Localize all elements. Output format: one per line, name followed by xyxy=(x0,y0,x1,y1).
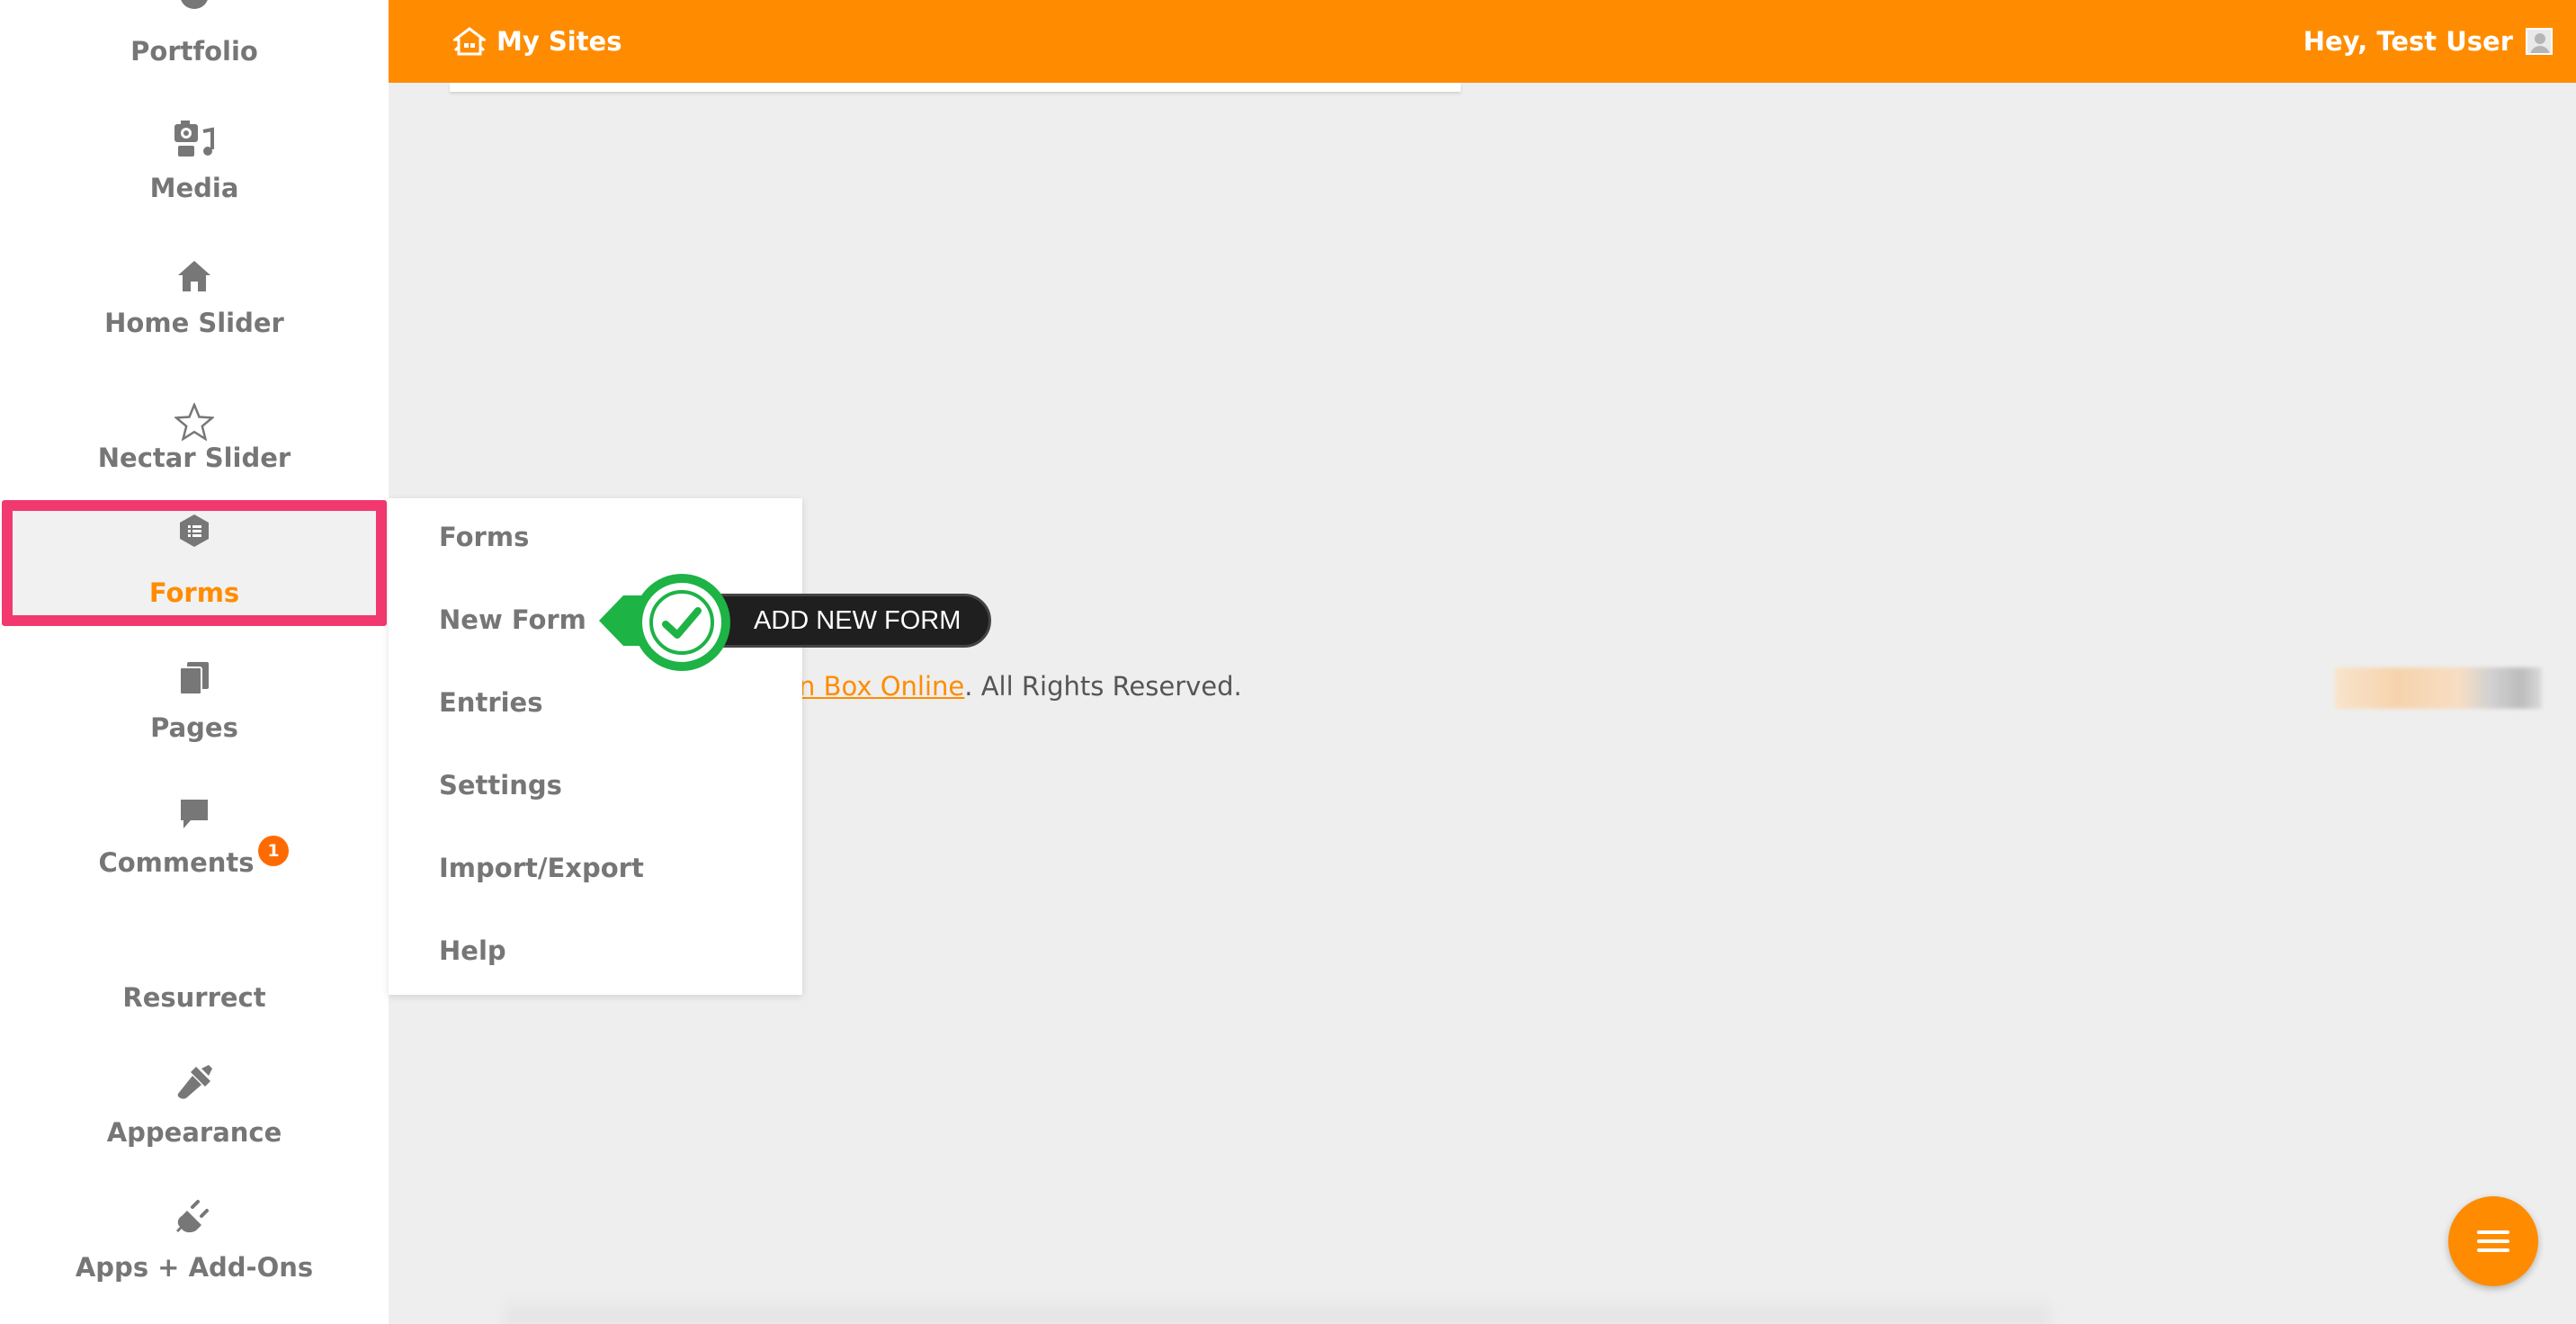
sidebar-item-home-slider[interactable]: Home Slider xyxy=(0,248,389,383)
copyright-suffix: . All Rights Reserved. xyxy=(964,671,1242,702)
copyright-text: n Box Online. All Rights Reserved. xyxy=(799,671,1242,702)
submenu-item-entries[interactable]: Entries xyxy=(439,687,543,718)
greeting-text: Hey, Test User xyxy=(2303,26,2513,57)
my-sites-label: My Sites xyxy=(496,26,622,57)
sidebar-item-label: Portfolio xyxy=(130,36,258,67)
avatar[interactable] xyxy=(2526,28,2553,55)
sidebar-item-apps-add-ons[interactable]: Apps + Add-Ons xyxy=(0,1193,389,1324)
sidebar-item-forms[interactable]: Forms xyxy=(0,500,389,635)
star-icon xyxy=(0,383,389,441)
submenu-item-new-form[interactable]: New Form xyxy=(439,604,586,635)
sidebar-item-portfolio[interactable]: Portfolio xyxy=(0,0,389,81)
portfolio-icon xyxy=(0,0,389,14)
sidebar-item-label: Home Slider xyxy=(104,308,284,338)
pages-icon xyxy=(0,653,389,696)
media-icon xyxy=(0,113,389,158)
my-sites-link[interactable]: My Sites xyxy=(453,20,622,63)
hamburger-icon xyxy=(2477,1230,2509,1252)
sidebar-item-label: Appearance xyxy=(106,1117,282,1148)
top-bar: My Sites Hey, Test User xyxy=(389,0,2576,83)
home-icon xyxy=(0,248,389,293)
sidebar-item-appearance[interactable]: Appearance xyxy=(0,1058,389,1193)
sidebar-item-label: Resurrect xyxy=(122,982,266,1013)
sidebar-item-label: Apps + Add-Ons xyxy=(75,1252,314,1283)
sidebar-item-media[interactable]: Media xyxy=(0,113,389,248)
sidebar-item-pages[interactable]: Pages xyxy=(0,653,389,788)
sidebar: Portfolio Media Home Slider Nectar Slide… xyxy=(0,0,389,1324)
submenu-item-import-export[interactable]: Import/Export xyxy=(439,853,644,883)
sidebar-item-label: Media xyxy=(149,173,239,203)
my-sites-icon xyxy=(453,27,486,56)
submenu-item-settings[interactable]: Settings xyxy=(439,770,562,801)
sidebar-item-nectar-slider[interactable]: Nectar Slider xyxy=(0,383,389,518)
forms-submenu: Forms New Form Entries Settings Import/E… xyxy=(389,498,802,995)
add-new-form-callout: ADD NEW FORM xyxy=(599,574,995,673)
sidebar-item-label: Comments xyxy=(98,847,255,878)
blurred-logo xyxy=(2335,667,2542,709)
comments-count-badge: 1 xyxy=(258,836,289,866)
forms-icon xyxy=(0,500,389,549)
sidebar-item-resurrect[interactable]: Resurrect xyxy=(0,923,389,1058)
user-greeting[interactable]: Hey, Test User xyxy=(2303,20,2553,63)
sidebar-item-label: Nectar Slider xyxy=(97,443,291,473)
submenu-item-forms[interactable]: Forms xyxy=(439,522,529,552)
submenu-item-help[interactable]: Help xyxy=(439,935,506,966)
sidebar-item-label: Forms xyxy=(148,577,240,608)
sidebar-item-label: Pages xyxy=(150,712,238,743)
plug-icon xyxy=(0,1193,389,1236)
copyright-link[interactable]: n Box Online xyxy=(799,671,964,702)
checkmark-icon xyxy=(649,590,714,655)
callout-label: ADD NEW FORM xyxy=(754,606,962,635)
sidebar-item-comments[interactable]: Comments 1 xyxy=(0,788,389,923)
brush-icon xyxy=(0,1058,389,1101)
content-card-edge xyxy=(450,83,1461,92)
bottom-shadow xyxy=(504,1295,2051,1324)
comment-icon xyxy=(0,788,389,831)
menu-fab-button[interactable] xyxy=(2448,1196,2538,1286)
